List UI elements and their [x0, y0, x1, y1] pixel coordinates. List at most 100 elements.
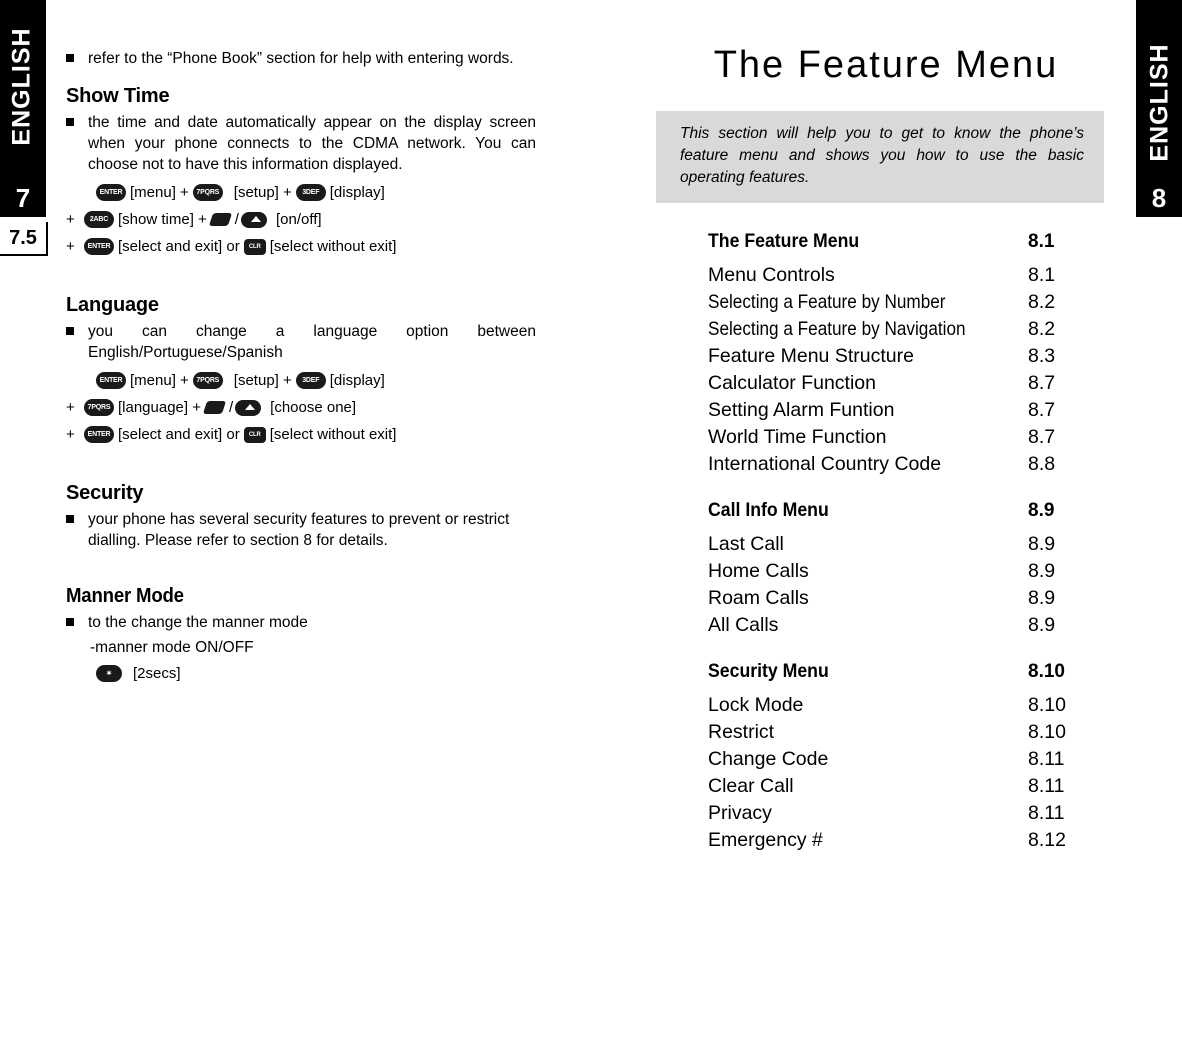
key-clr-icon: CLR: [243, 426, 266, 443]
toc-row-label: All Calls: [708, 614, 779, 636]
toc-heading-number: 8.9: [1028, 500, 1055, 521]
toc-row-label: Menu Controls: [708, 264, 835, 286]
toc-row[interactable]: International Country Code 8.8: [708, 451, 1108, 478]
step-text: [display]: [329, 372, 385, 389]
toc-row-label: Setting Alarm Funtion: [708, 399, 895, 421]
left-side-tab-white-area: [0, 185, 46, 1046]
intro-bullet-text: refer to the “Phone Book” section for he…: [88, 50, 514, 67]
toc-row[interactable]: Last Call 8.9: [708, 531, 1108, 558]
toc-heading-call-info-menu: Call Info Menu 8.9: [708, 500, 1108, 522]
key-7pqrs-icon: 7PQRS: [192, 184, 223, 201]
heading-language: Language: [66, 294, 159, 316]
key-3def-icon: 3DEF: [295, 184, 326, 201]
toc-row[interactable]: World Time Function 8.7: [708, 424, 1108, 451]
key-enter-icon: ENTER: [84, 238, 114, 255]
heading-security: Security: [66, 482, 144, 504]
step-text: [menu] +: [130, 372, 189, 389]
right-language-label: ENGLISH: [1145, 43, 1174, 162]
toc-row[interactable]: Calculator Function 8.7: [708, 370, 1108, 397]
key-7pqrs-icon: 7PQRS: [84, 399, 114, 416]
toc-row-label: Last Call: [708, 533, 784, 555]
bullet-square-icon: [66, 118, 74, 126]
toc-row-label: Selecting a Feature by Navigation: [708, 318, 966, 340]
toc-row[interactable]: Roam Calls 8.9: [708, 585, 1108, 612]
right-page-number: 8: [1136, 180, 1182, 217]
toc-row[interactable]: Lock Mode 8.10: [708, 692, 1108, 719]
toc-heading-number: 8.10: [1028, 661, 1065, 682]
toc-row-number: 8.9: [1028, 614, 1056, 636]
key-enter-icon: ENTER: [96, 372, 126, 389]
toc-row[interactable]: All Calls 8.9: [708, 612, 1108, 639]
toc-row-label: Change Code: [708, 748, 829, 770]
page-title: The Feature Menu: [713, 44, 1059, 86]
step-line: ENTER [menu] + 7PQRS [setup] + 3DEF [dis…: [66, 367, 536, 394]
toc-row[interactable]: Clear Call 8.11: [708, 773, 1108, 800]
step-text: [display]: [329, 184, 385, 201]
step-line: + ENTER [select and exit] or CLR [select…: [66, 421, 536, 448]
toc-row-label: Privacy: [708, 802, 772, 824]
step-text: [select and exit] or: [118, 426, 240, 443]
toc-row[interactable]: Home Calls 8.9: [708, 558, 1108, 585]
toc-row[interactable]: Change Code 8.11: [708, 746, 1108, 773]
step-plus: +: [66, 238, 75, 255]
left-language-label: ENGLISH: [7, 27, 36, 146]
bullet-show-time: the time and date automatically appear o…: [66, 112, 536, 175]
toc-row-number: 8.9: [1028, 533, 1056, 555]
step-line: ENTER [menu] + 7PQRS [setup] + 3DEF [dis…: [66, 179, 536, 206]
toc-row-number: 8.11: [1028, 775, 1065, 797]
toc-row[interactable]: Setting Alarm Funtion 8.7: [708, 397, 1108, 424]
toc-row[interactable]: Selecting a Feature by Number 8.2: [708, 289, 1108, 316]
toc-heading-security-menu: Security Menu 8.10: [708, 661, 1108, 683]
step-sep: /: [229, 399, 234, 416]
step-text: [select without exit]: [269, 426, 397, 443]
toc-heading-label: Security Menu: [708, 661, 829, 682]
toc-row[interactable]: Emergency # 8.12: [708, 827, 1108, 854]
step-sep: /: [234, 211, 239, 228]
heading-show-time: Show Time: [66, 85, 170, 107]
bullet-language: you can change a language option between…: [66, 321, 536, 363]
key-2abc-icon: 2ABC: [84, 211, 114, 228]
toc-row-number: 8.1: [1028, 264, 1056, 286]
toc-row-number: 8.7: [1028, 399, 1056, 421]
toc-row[interactable]: Menu Controls 8.1: [708, 262, 1108, 289]
step-text: [select without exit]: [269, 238, 397, 255]
step-text: [setup] +: [233, 184, 292, 201]
bullet-manner-mode: to the change the manner mode: [66, 612, 536, 633]
key-enter-icon: ENTER: [84, 426, 114, 443]
step-line: + ENTER [select and exit] or CLR [select…: [66, 233, 536, 260]
toc-heading-label: Call Info Menu: [708, 500, 829, 521]
step-plus: +: [66, 426, 75, 443]
bullet-security: your phone has several security features…: [66, 509, 536, 551]
bullet-square-icon: [66, 54, 74, 62]
toc-row-number: 8.12: [1028, 829, 1066, 851]
step-text: [setup] +: [233, 372, 292, 389]
toc-row-number: 8.11: [1028, 802, 1065, 824]
steps-language: ENTER [menu] + 7PQRS [setup] + 3DEF [dis…: [66, 367, 536, 448]
step-text: [menu] +: [130, 184, 189, 201]
toc-row-label: Calculator Function: [708, 372, 876, 394]
toc-row[interactable]: Restrict 8.10: [708, 719, 1108, 746]
toc-row[interactable]: Selecting a Feature by Navigation 8.2: [708, 316, 1108, 343]
toc-row-label: Emergency #: [708, 829, 823, 851]
step-text: [language] +: [118, 399, 201, 416]
toc-row-number: 8.9: [1028, 560, 1056, 582]
toc-row[interactable]: Privacy 8.11: [708, 800, 1108, 827]
step-text: [on/off]: [275, 211, 322, 228]
bullet-square-icon: [66, 327, 74, 335]
toc-row-number: 8.8: [1028, 453, 1056, 475]
right-page-content: The Feature Menu This section will help …: [656, 44, 1116, 854]
key-nav-left-icon: [203, 400, 227, 415]
toc-row-number: 8.3: [1028, 345, 1056, 367]
toc-row-label: Roam Calls: [708, 587, 809, 609]
intro-bullet: refer to the “Phone Book” section for he…: [66, 48, 536, 69]
key-7pqrs-icon: 7PQRS: [192, 372, 223, 389]
toc-row-number: 8.10: [1028, 694, 1066, 716]
toc-row-label: Selecting a Feature by Number: [708, 291, 946, 313]
steps-show-time: ENTER [menu] + 7PQRS [setup] + 3DEF [dis…: [66, 179, 536, 260]
toc-row[interactable]: Feature Menu Structure 8.3: [708, 343, 1108, 370]
bullet-language-text: you can change a language option between…: [88, 323, 536, 361]
toc-heading-label: The Feature Menu: [708, 231, 860, 252]
heading-manner-mode: Manner Mode: [66, 585, 184, 607]
step-line: ∗ [2secs]: [66, 660, 536, 687]
bullet-square-icon: [66, 515, 74, 523]
